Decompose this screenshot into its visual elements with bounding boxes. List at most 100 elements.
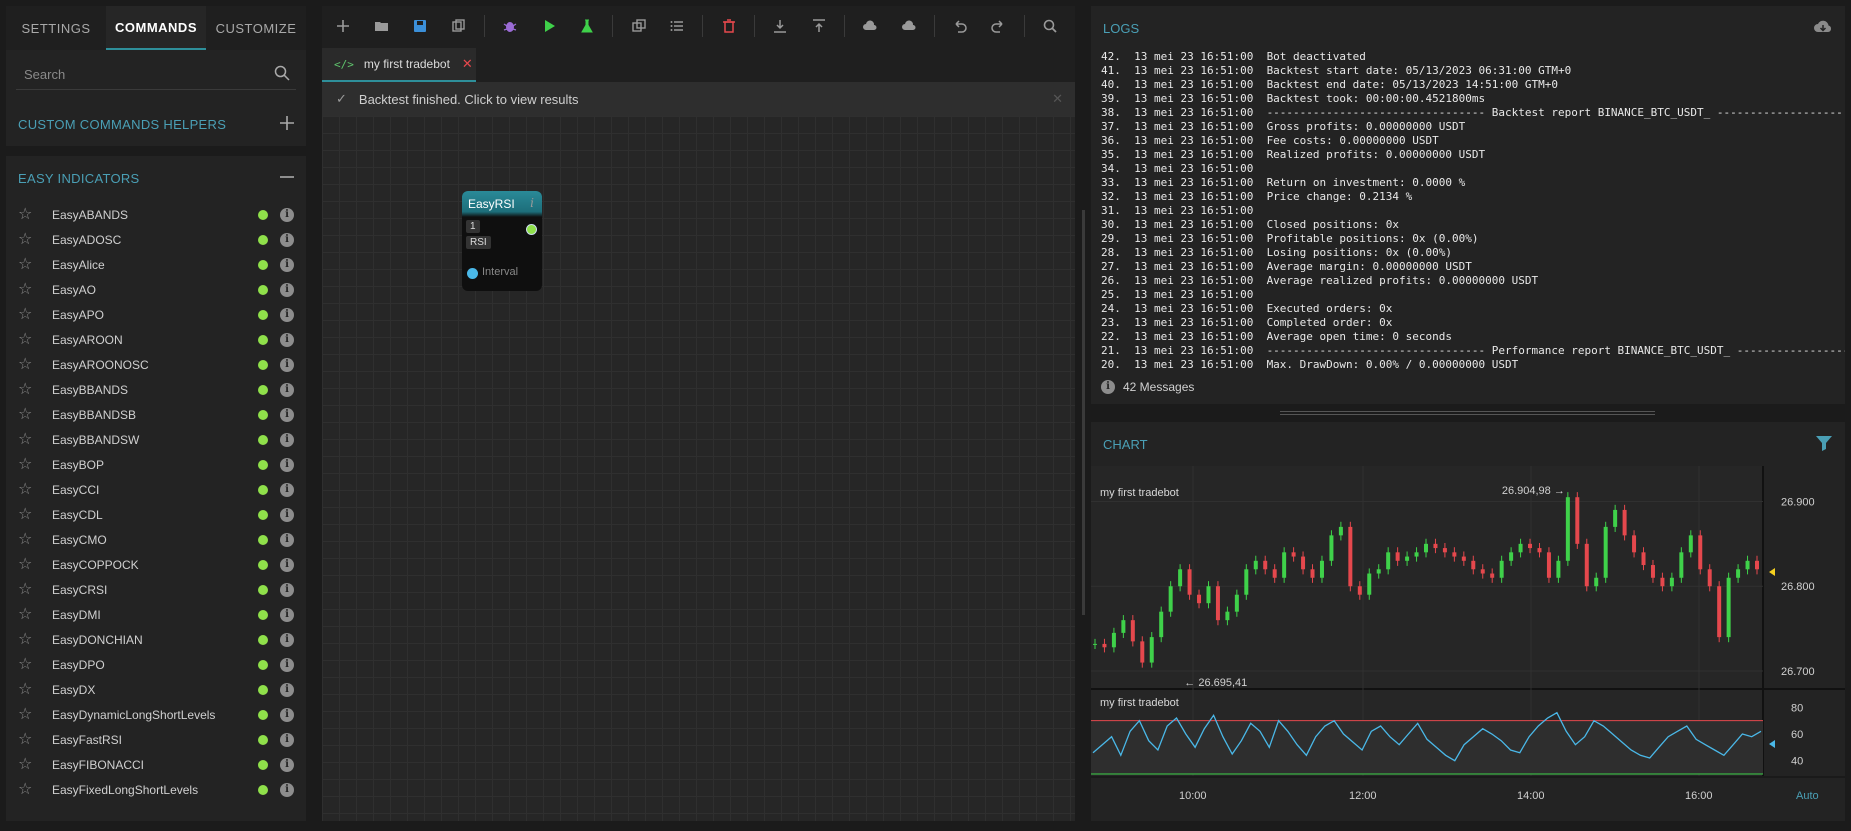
info-icon[interactable]: i: [280, 657, 294, 672]
info-icon[interactable]: i: [280, 557, 294, 572]
node-info-icon[interactable]: i: [530, 196, 534, 210]
vertical-splitter[interactable]: [1082, 210, 1085, 615]
star-icon[interactable]: ☆: [18, 731, 34, 748]
list-item[interactable]: ☆ EasyAlice i: [6, 252, 306, 277]
star-icon[interactable]: ☆: [18, 506, 34, 523]
info-icon[interactable]: i: [280, 332, 294, 347]
info-icon[interactable]: i: [280, 357, 294, 372]
star-icon[interactable]: ☆: [18, 756, 34, 773]
close-tab-icon[interactable]: ✕: [462, 56, 473, 72]
info-icon[interactable]: i: [280, 457, 294, 472]
star-icon[interactable]: ☆: [18, 481, 34, 498]
zoom-icon[interactable]: [1037, 12, 1064, 40]
input-port[interactable]: [467, 268, 478, 279]
info-icon[interactable]: i: [280, 257, 294, 272]
trash-icon[interactable]: [715, 12, 742, 40]
list-item[interactable]: ☆ EasyCMO i: [6, 527, 306, 552]
list-item[interactable]: ☆ EasyFixedLongShortLevels i: [6, 777, 306, 802]
info-icon[interactable]: i: [280, 632, 294, 647]
list-icon[interactable]: [664, 12, 691, 40]
output-port[interactable]: [526, 224, 537, 235]
info-icon[interactable]: i: [280, 507, 294, 522]
info-icon[interactable]: i: [280, 482, 294, 497]
node-value[interactable]: 1: [466, 220, 480, 233]
collapse-icon[interactable]: [280, 170, 294, 187]
copy-icon[interactable]: [446, 12, 473, 40]
star-icon[interactable]: ☆: [18, 206, 34, 223]
save-icon[interactable]: [407, 12, 434, 40]
cloud-download-icon[interactable]: [857, 12, 884, 40]
list-item[interactable]: ☆ EasyDMI i: [6, 602, 306, 627]
star-icon[interactable]: ☆: [18, 681, 34, 698]
star-icon[interactable]: ☆: [18, 656, 34, 673]
backtest-notice[interactable]: ✓ Backtest finished. Click to view resul…: [322, 82, 1075, 116]
list-item[interactable]: ☆ EasyDONCHIAN i: [6, 627, 306, 652]
info-icon[interactable]: i: [280, 232, 294, 247]
duplicate-icon[interactable]: [625, 12, 652, 40]
list-item[interactable]: ☆ EasyCDL i: [6, 502, 306, 527]
list-item[interactable]: ☆ EasyAROON i: [6, 327, 306, 352]
star-icon[interactable]: ☆: [18, 556, 34, 573]
upload-icon[interactable]: [805, 12, 832, 40]
star-icon[interactable]: ☆: [18, 281, 34, 298]
star-icon[interactable]: ☆: [18, 581, 34, 598]
easyrsi-node[interactable]: EasyRSI i 1 RSI Interval: [462, 191, 542, 291]
info-icon[interactable]: i: [280, 607, 294, 622]
info-icon[interactable]: i: [280, 207, 294, 222]
star-icon[interactable]: ☆: [18, 356, 34, 373]
node-type[interactable]: RSI: [466, 236, 491, 249]
list-item[interactable]: ☆ EasyAROONOSC i: [6, 352, 306, 377]
redo-icon[interactable]: [985, 12, 1012, 40]
custom-commands-section[interactable]: CUSTOM COMMANDS HELPERS: [6, 102, 306, 146]
node-canvas[interactable]: [322, 82, 1075, 821]
cloud-download-icon[interactable]: [1813, 19, 1833, 38]
info-icon[interactable]: i: [280, 582, 294, 597]
star-icon[interactable]: ☆: [18, 606, 34, 623]
folder-open-icon[interactable]: [369, 12, 396, 40]
easy-indicators-section[interactable]: EASY INDICATORS: [6, 156, 306, 200]
info-icon[interactable]: i: [280, 682, 294, 697]
list-item[interactable]: ☆ EasyAPO i: [6, 302, 306, 327]
list-item[interactable]: ☆ EasyBBANDSB i: [6, 402, 306, 427]
star-icon[interactable]: ☆: [18, 231, 34, 248]
info-icon[interactable]: i: [280, 307, 294, 322]
info-icon[interactable]: i: [280, 282, 294, 297]
tab-customize[interactable]: CUSTOMIZE: [206, 6, 306, 50]
star-icon[interactable]: ☆: [18, 331, 34, 348]
star-icon[interactable]: ☆: [18, 306, 34, 323]
star-icon[interactable]: ☆: [18, 781, 34, 798]
info-icon[interactable]: i: [280, 757, 294, 772]
list-item[interactable]: ☆ EasyCRSI i: [6, 577, 306, 602]
star-icon[interactable]: ☆: [18, 706, 34, 723]
add-icon[interactable]: [280, 115, 294, 133]
tab-settings[interactable]: SETTINGS: [6, 6, 106, 50]
list-item[interactable]: ☆ EasyABANDS i: [6, 202, 306, 227]
add-icon[interactable]: [330, 12, 357, 40]
bug-icon[interactable]: [497, 12, 524, 40]
star-icon[interactable]: ☆: [18, 431, 34, 448]
info-icon[interactable]: i: [280, 532, 294, 547]
info-icon[interactable]: i: [280, 407, 294, 422]
info-icon[interactable]: i: [280, 432, 294, 447]
star-icon[interactable]: ☆: [18, 631, 34, 648]
list-item[interactable]: ☆ EasyDX i: [6, 677, 306, 702]
auto-scale-label[interactable]: Auto: [1796, 790, 1819, 802]
star-icon[interactable]: ☆: [18, 406, 34, 423]
close-notice-icon[interactable]: ✕: [1052, 91, 1063, 107]
list-item[interactable]: ☆ EasyADOSC i: [6, 227, 306, 252]
info-icon[interactable]: i: [280, 707, 294, 722]
star-icon[interactable]: ☆: [18, 531, 34, 548]
list-item[interactable]: ☆ EasyBOP i: [6, 452, 306, 477]
flask-icon[interactable]: [574, 12, 601, 40]
filter-icon[interactable]: [1815, 435, 1833, 454]
list-item[interactable]: ☆ EasyDPO i: [6, 652, 306, 677]
info-icon[interactable]: i: [280, 732, 294, 747]
play-icon[interactable]: [535, 12, 562, 40]
undo-icon[interactable]: [947, 12, 974, 40]
horizontal-splitter[interactable]: [1280, 411, 1655, 415]
info-icon[interactable]: i: [280, 782, 294, 797]
list-item[interactable]: ☆ EasyCCI i: [6, 477, 306, 502]
tab-my-first-tradebot[interactable]: </> my first tradebot ✕: [322, 48, 476, 82]
star-icon[interactable]: ☆: [18, 456, 34, 473]
star-icon[interactable]: ☆: [18, 256, 34, 273]
